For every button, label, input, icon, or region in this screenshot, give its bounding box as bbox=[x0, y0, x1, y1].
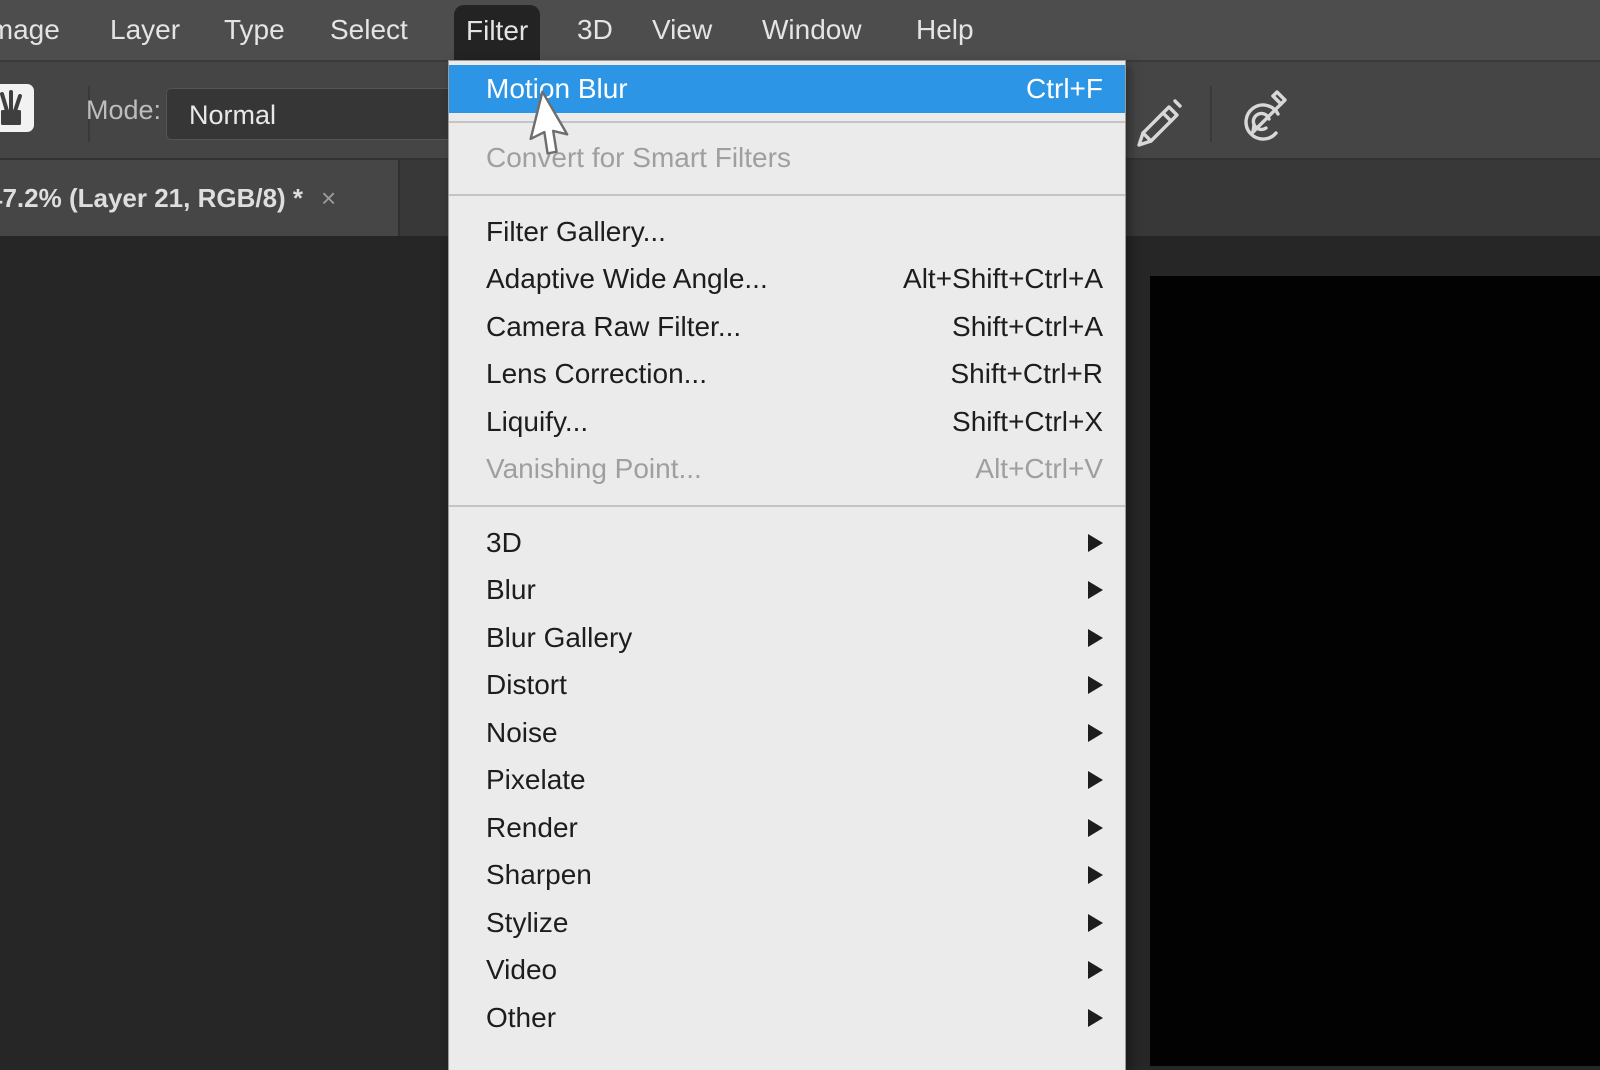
submenu-arrow-icon bbox=[1088, 771, 1103, 789]
menu-item-camera-raw-filter[interactable]: Camera Raw Filter... Shift+Ctrl+A bbox=[449, 303, 1125, 351]
document-tab-title: 47.2% (Layer 21, RGB/8) * bbox=[0, 183, 303, 214]
pressure-size-icon[interactable] bbox=[1236, 88, 1294, 155]
document-tab[interactable]: 47.2% (Layer 21, RGB/8) * × bbox=[0, 160, 400, 236]
menu-item-shortcut: Shift+Ctrl+A bbox=[952, 311, 1103, 343]
menu-item-liquify[interactable]: Liquify... Shift+Ctrl+X bbox=[449, 398, 1125, 446]
menu-item-lens-correction[interactable]: Lens Correction... Shift+Ctrl+R bbox=[449, 351, 1125, 399]
menu-item-label: Video bbox=[486, 954, 557, 986]
submenu-arrow-icon bbox=[1088, 914, 1103, 932]
menubar-item-type[interactable]: Type bbox=[212, 0, 297, 60]
airbrush-icon[interactable] bbox=[1134, 92, 1188, 159]
menubar-item-help[interactable]: Help bbox=[904, 0, 986, 60]
menu-item-distort[interactable]: Distort bbox=[449, 662, 1125, 710]
menubar-item-filter[interactable]: Filter bbox=[454, 5, 540, 60]
menu-item-filter-gallery[interactable]: Filter Gallery... bbox=[449, 208, 1125, 256]
menu-item-vanishing-point: Vanishing Point... Alt+Ctrl+V bbox=[449, 446, 1125, 494]
submenu-arrow-icon bbox=[1088, 676, 1103, 694]
menu-item-label: Distort bbox=[486, 669, 567, 701]
menu-item-pixelate[interactable]: Pixelate bbox=[449, 757, 1125, 805]
menu-item-shortcut: Shift+Ctrl+X bbox=[952, 406, 1103, 438]
menu-item-label: Lens Correction... bbox=[486, 358, 707, 390]
menubar-item-select[interactable]: Select bbox=[318, 0, 420, 60]
menu-item-label: Render bbox=[486, 812, 578, 844]
menu-item-shortcut: Ctrl+F bbox=[1026, 73, 1103, 105]
submenu-arrow-icon bbox=[1088, 724, 1103, 742]
menu-bar: Image Layer Type Select Filter 3DView Window He… bbox=[0, 0, 1600, 62]
submenu-arrow-icon bbox=[1088, 866, 1103, 884]
menubar-item-image[interactable]: Image bbox=[0, 0, 72, 60]
mixer-brush-tool-preset-icon[interactable] bbox=[0, 84, 34, 132]
mode-select[interactable]: Normal bbox=[166, 88, 466, 140]
menu-item-label: Vanishing Point... bbox=[486, 453, 702, 485]
menu-item-label: Other bbox=[486, 1002, 556, 1034]
menubar-item-window[interactable]: Window bbox=[750, 0, 874, 60]
menu-item-render[interactable]: Render bbox=[449, 804, 1125, 852]
menu-item-label: Liquify... bbox=[486, 406, 588, 438]
menu-item-3d[interactable]: 3D bbox=[449, 519, 1125, 567]
menu-item-shortcut: Alt+Ctrl+V bbox=[975, 453, 1103, 485]
menu-item-label: Blur Gallery bbox=[486, 622, 632, 654]
menu-item-label: Filter Gallery... bbox=[486, 216, 666, 248]
menu-item-adaptive-wide-angle[interactable]: Adaptive Wide Angle... Alt+Shift+Ctrl+A bbox=[449, 256, 1125, 304]
submenu-arrow-icon bbox=[1088, 629, 1103, 647]
image-canvas[interactable] bbox=[1150, 276, 1600, 1066]
menu-item-shortcut: Shift+Ctrl+R bbox=[951, 358, 1104, 390]
submenu-arrow-icon bbox=[1088, 961, 1103, 979]
menu-item-video[interactable]: Video bbox=[449, 947, 1125, 995]
menu-item-label: Adaptive Wide Angle... bbox=[486, 263, 768, 295]
menu-item-stylize[interactable]: Stylize bbox=[449, 899, 1125, 947]
options-divider bbox=[1210, 86, 1212, 142]
menu-item-label: Camera Raw Filter... bbox=[486, 311, 741, 343]
menu-item-other[interactable]: Other bbox=[449, 994, 1125, 1042]
menubar-item-3d[interactable]: 3D bbox=[565, 0, 625, 60]
menu-item-blur-gallery[interactable]: Blur Gallery bbox=[449, 614, 1125, 662]
menubar-item-layer[interactable]: Layer bbox=[98, 0, 192, 60]
filter-menu: Motion BlurCtrl+FConvert for Smart Filte… bbox=[448, 60, 1126, 1070]
mode-value: Normal bbox=[189, 100, 276, 130]
menu-item-shortcut: Alt+Shift+Ctrl+A bbox=[903, 263, 1103, 295]
mode-label: Mode: bbox=[86, 62, 161, 158]
menu-item-label: Sharpen bbox=[486, 859, 592, 891]
submenu-arrow-icon bbox=[1088, 1009, 1103, 1027]
submenu-arrow-icon bbox=[1088, 534, 1103, 552]
menu-item-blur[interactable]: Blur bbox=[449, 567, 1125, 615]
menu-item-label: Blur bbox=[486, 574, 536, 606]
menubar-item-view[interactable]: View bbox=[640, 0, 724, 60]
menu-item-noise[interactable]: Noise bbox=[449, 709, 1125, 757]
submenu-arrow-icon bbox=[1088, 581, 1103, 599]
menu-item-sharpen[interactable]: Sharpen bbox=[449, 852, 1125, 900]
menu-item-label: Noise bbox=[486, 717, 558, 749]
menu-item-label: Stylize bbox=[486, 907, 568, 939]
menu-item-label: Pixelate bbox=[486, 764, 586, 796]
menu-item-label: 3D bbox=[486, 527, 522, 559]
tab-close-icon[interactable]: × bbox=[321, 185, 336, 211]
submenu-arrow-icon bbox=[1088, 819, 1103, 837]
